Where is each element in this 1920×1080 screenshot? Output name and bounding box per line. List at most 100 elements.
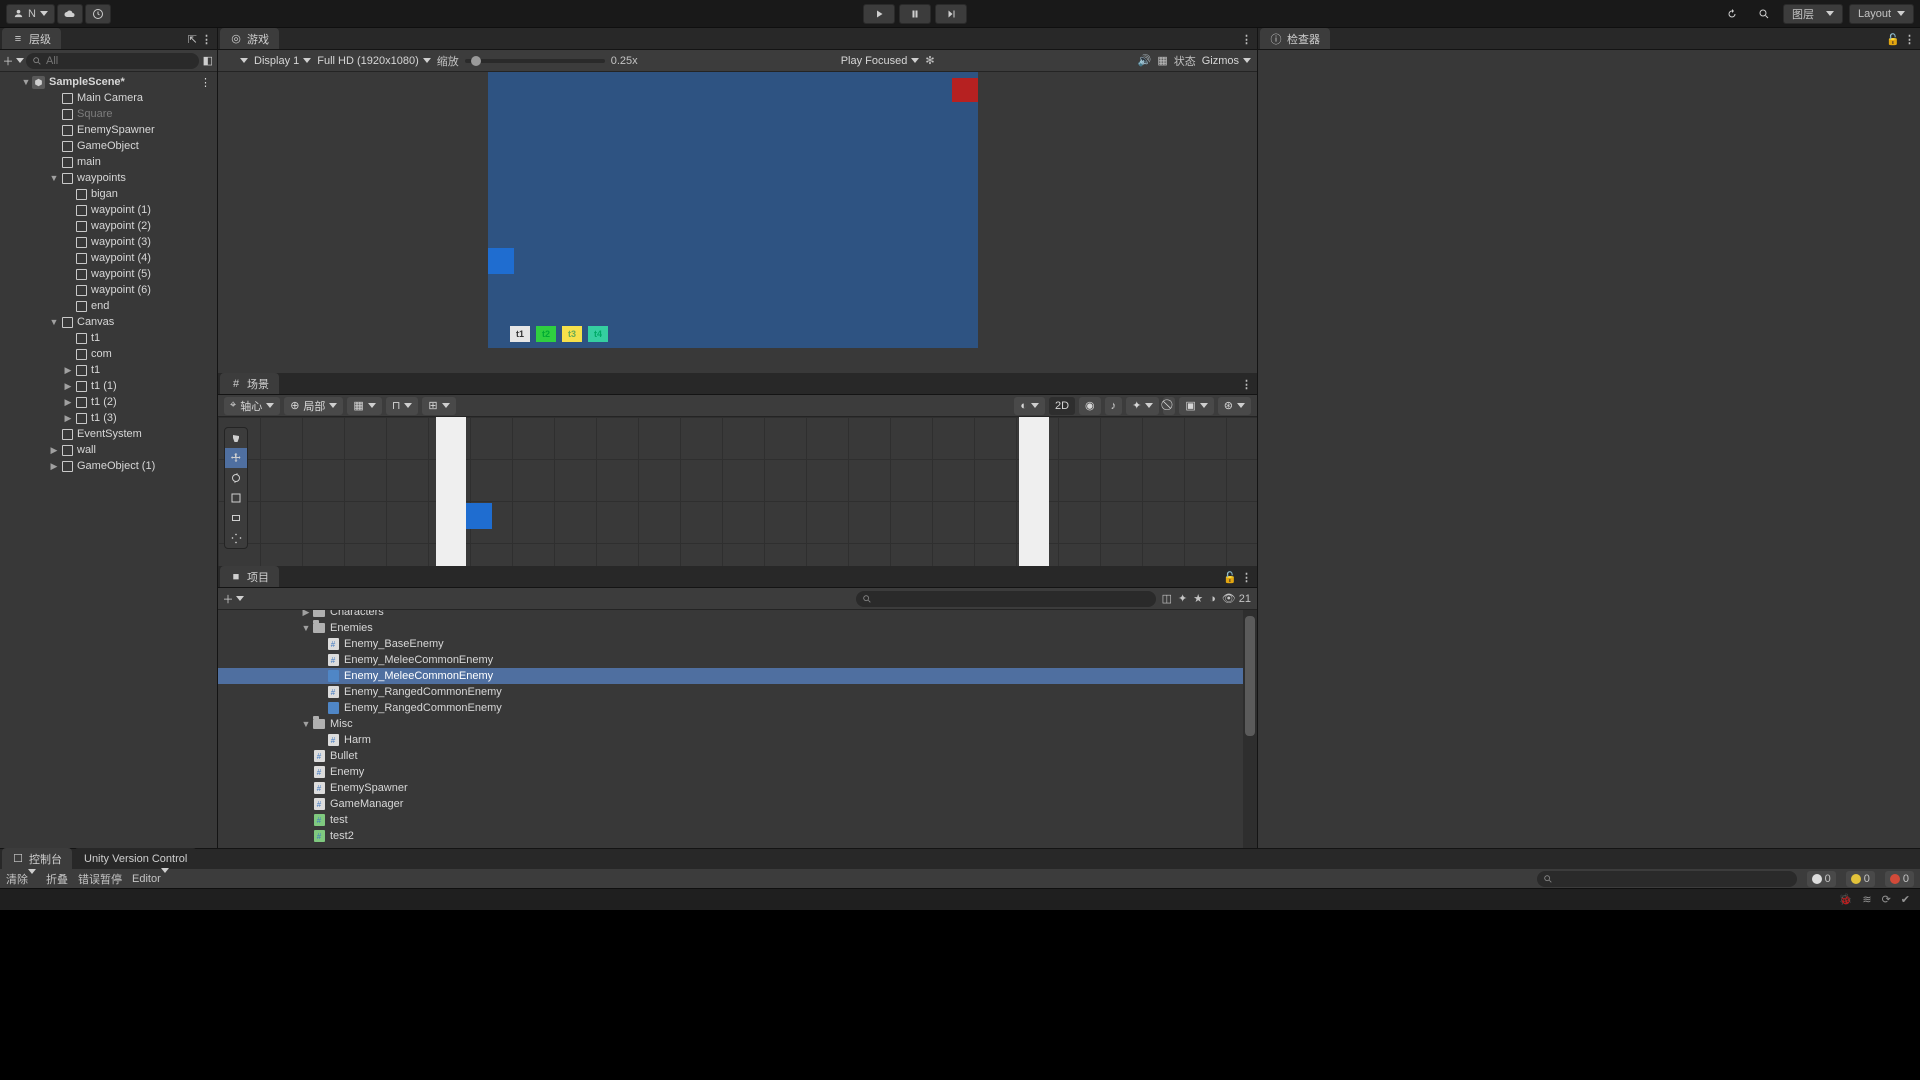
favorite-icon[interactable]: ★ [1193, 592, 1203, 605]
hierarchy-item[interactable]: ▼Canvas [0, 314, 217, 330]
lock-icon[interactable]: 🔓 [1886, 33, 1900, 46]
hierarchy-item[interactable]: ▶t1 (1) [0, 378, 217, 394]
global-search-button[interactable] [1751, 4, 1777, 24]
console-clear-button[interactable]: 清除 [6, 871, 36, 887]
gizmos-dropdown[interactable]: Gizmos [1202, 55, 1251, 67]
tab-hierarchy[interactable]: ≡ 层级 [2, 28, 61, 49]
hierarchy-item[interactable]: EnemySpawner [0, 122, 217, 138]
cloud-button[interactable] [57, 4, 83, 24]
fx-dropdown[interactable]: ✦ [1126, 397, 1159, 415]
project-item[interactable]: test [218, 812, 1243, 828]
expand-arrow-icon[interactable]: ▶ [48, 461, 60, 472]
project-create-button[interactable]: ＋ [224, 591, 242, 607]
hierarchy-item[interactable]: ▶t1 [0, 362, 217, 378]
tab-console[interactable]: ☐ 控制台 [2, 848, 72, 869]
project-item[interactable]: ▼Misc [218, 716, 1243, 732]
expand-arrow-icon[interactable]: ▶ [62, 381, 74, 392]
info-count-badge[interactable]: 0 [1807, 871, 1836, 887]
play-button[interactable] [863, 4, 895, 24]
expand-arrow-icon[interactable]: ▶ [62, 397, 74, 408]
local-dropdown[interactable]: ⊕局部 [284, 397, 343, 415]
error-count-badge[interactable]: 0 [1885, 871, 1914, 887]
game-mode-dropdown[interactable] [224, 58, 248, 63]
create-button[interactable]: ＋ [4, 53, 22, 69]
resolution-dropdown[interactable]: Full HD (1920x1080) [317, 55, 431, 67]
status-layers-icon[interactable]: ≋ [1862, 893, 1871, 906]
hierarchy-item[interactable]: waypoint (4) [0, 250, 217, 266]
panel-menu-button[interactable]: ⋮ [201, 33, 213, 46]
layers-dropdown[interactable]: 图层 [1783, 4, 1843, 24]
display-dropdown[interactable]: Display 1 [254, 55, 311, 67]
hierarchy-item[interactable]: ▶t1 (2) [0, 394, 217, 410]
status-cache-icon[interactable]: ⟳ [1882, 893, 1891, 906]
expand-arrow-icon[interactable]: ▼ [48, 173, 60, 183]
project-item[interactable]: test2 [218, 828, 1243, 844]
panel-menu-button[interactable]: ⋮ [1241, 571, 1253, 584]
console-search[interactable] [1537, 871, 1797, 887]
expand-arrow-icon[interactable]: ▼ [20, 77, 32, 87]
lock-icon[interactable]: 🔓 [1223, 571, 1237, 584]
hierarchy-item[interactable]: Main Camera [0, 90, 217, 106]
pause-button[interactable] [899, 4, 931, 24]
gizmos-dropdown[interactable]: ⊛ [1218, 397, 1251, 415]
tab-inspector[interactable]: ⓘ 检查器 [1260, 28, 1330, 49]
scene-picker-icon[interactable]: ◧ [203, 54, 213, 67]
camera-dropdown[interactable]: ▣ [1179, 397, 1213, 415]
move-tool[interactable] [225, 448, 247, 468]
tab-project[interactable]: ■ 项目 [220, 566, 279, 587]
aspect-icon[interactable]: ▦ [1157, 54, 1167, 67]
hand-tool[interactable] [225, 428, 247, 448]
expand-arrow-icon[interactable]: ▶ [300, 610, 312, 618]
layout-dropdown[interactable]: Layout [1849, 4, 1914, 24]
hierarchy-item[interactable]: end [0, 298, 217, 314]
project-item[interactable]: Bullet [218, 748, 1243, 764]
project-item[interactable]: Enemy_RangedCommonEnemy [218, 700, 1243, 716]
hierarchy-item[interactable]: waypoint (6) [0, 282, 217, 298]
hierarchy-item[interactable]: main [0, 154, 217, 170]
hierarchy-item[interactable]: bigan [0, 186, 217, 202]
undo-history-button[interactable] [1719, 4, 1745, 24]
lighting-toggle[interactable]: ◉ [1079, 397, 1101, 415]
project-item[interactable]: Enemy [218, 764, 1243, 780]
expand-arrow-icon[interactable]: ▶ [48, 445, 60, 456]
panel-popout-icon[interactable]: ⇱ [188, 33, 197, 46]
hierarchy-item[interactable]: ▶GameObject (1) [0, 458, 217, 474]
pivot-dropdown[interactable]: ⌖轴心 [224, 397, 280, 415]
filter-type-icon[interactable]: ◫ [1162, 592, 1172, 605]
snap-dropdown[interactable]: ⊓ [386, 397, 419, 415]
hierarchy-search[interactable] [26, 53, 199, 69]
project-item[interactable]: Enemy_MeleeCommonEnemy [218, 668, 1243, 684]
rotate-tool[interactable] [225, 468, 247, 488]
hierarchy-item[interactable]: ▶wall [0, 442, 217, 458]
thumbnail-slider[interactable]: 👁21 [1222, 592, 1251, 605]
scene-viewport[interactable] [218, 417, 1257, 566]
slider-thumb[interactable] [471, 56, 481, 66]
rect-tool[interactable] [225, 508, 247, 528]
hierarchy-item[interactable]: waypoint (2) [0, 218, 217, 234]
hierarchy-item[interactable]: ▶t1 (3) [0, 410, 217, 426]
2d-toggle[interactable]: 2D [1049, 397, 1075, 415]
project-item[interactable]: EnemySpawner [218, 780, 1243, 796]
project-item[interactable]: GameManager [218, 796, 1243, 812]
project-item[interactable]: ▶Characters [218, 610, 1243, 620]
status-bug-icon[interactable]: 🐞 [1839, 893, 1853, 906]
hierarchy-item[interactable]: EventSystem [0, 426, 217, 442]
hierarchy-item[interactable]: com [0, 346, 217, 362]
account-dropdown[interactable]: N [6, 4, 55, 24]
increment-dropdown[interactable]: ⊞ [422, 397, 455, 415]
hidden-toggle[interactable]: ⃠ [1163, 397, 1175, 415]
console-collapse-button[interactable]: 折叠 [46, 871, 68, 887]
step-button[interactable] [935, 4, 967, 24]
hierarchy-item[interactable]: waypoint (5) [0, 266, 217, 282]
tab-version-control[interactable]: Unity Version Control [74, 848, 197, 869]
hierarchy-item[interactable]: waypoint (3) [0, 234, 217, 250]
console-editor-dropdown[interactable]: Editor [132, 873, 169, 885]
expand-arrow-icon[interactable]: ▶ [62, 365, 74, 376]
play-focused-dropdown[interactable]: Play Focused [841, 55, 920, 67]
history-button[interactable] [85, 4, 111, 24]
scene-row[interactable]: ▼ SampleScene* ⋮ [0, 74, 217, 90]
tab-game[interactable]: ◎ 游戏 [220, 28, 279, 49]
status-check-icon[interactable]: ✔ [1901, 893, 1910, 906]
filter-label-icon[interactable]: ✦ [1178, 592, 1187, 605]
hierarchy-item[interactable]: waypoint (1) [0, 202, 217, 218]
